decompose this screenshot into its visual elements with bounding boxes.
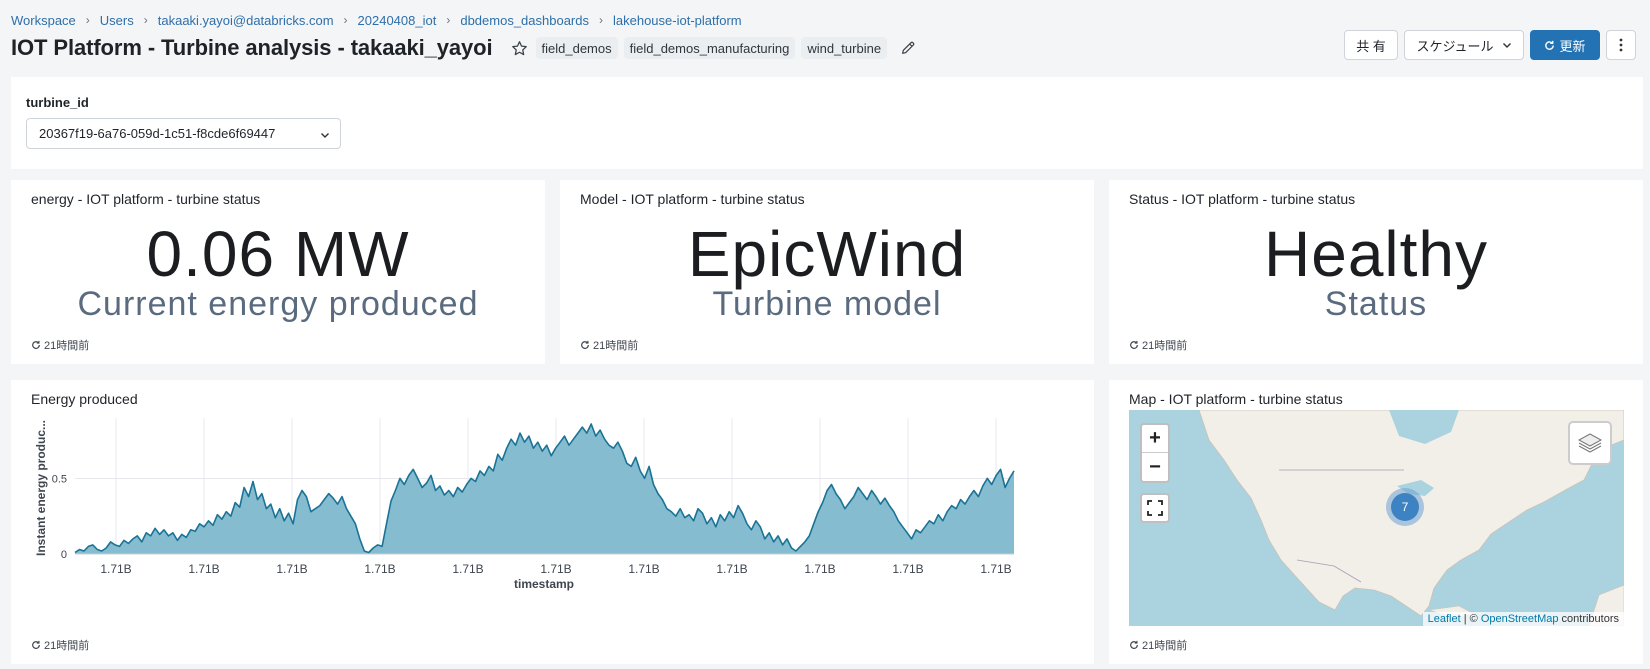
counter-value: Healthy [1264, 218, 1488, 290]
breadcrumb-dashboards-folder[interactable]: dbdemos_dashboards [460, 13, 589, 28]
layers-icon [1577, 433, 1603, 453]
refresh-time: 21時間前 [44, 340, 90, 352]
breadcrumb-workspace[interactable]: Workspace [11, 13, 76, 28]
refresh-button[interactable]: 更新 [1530, 30, 1600, 60]
model-counter-card: Model - IOT platform - turbine status Ep… [560, 180, 1094, 364]
share-button[interactable]: 共 有 [1344, 30, 1398, 60]
card-title: energy - IOT platform - turbine status [31, 191, 261, 207]
pencil-icon[interactable] [899, 39, 917, 57]
schedule-label: スケジュール [1416, 38, 1494, 54]
status-counter-card: Status - IOT platform - turbine status H… [1109, 180, 1643, 364]
tag[interactable]: field_demos [535, 37, 618, 59]
x-tick-label: 1.71B [892, 562, 923, 576]
breadcrumb-user-folder[interactable]: takaaki.yayoi@databricks.com [158, 13, 334, 28]
card-title: Map - IOT platform - turbine status [1129, 391, 1343, 407]
select-value: 20367f19-6a76-059d-1c51-f8cde6f69447 [39, 126, 276, 141]
attribution-suffix: contributors [1558, 613, 1619, 625]
x-tick-label: 1.71B [628, 562, 659, 576]
tag[interactable]: field_demos_manufacturing [623, 37, 796, 59]
card-title: Model - IOT platform - turbine status [580, 191, 805, 207]
chevron-right-icon: › [343, 13, 348, 27]
x-tick-label: 1.71B [100, 562, 131, 576]
fullscreen-button[interactable] [1140, 493, 1170, 523]
x-tick-label: 1.71B [980, 562, 1011, 576]
filter-card: turbine_id 20367f19-6a76-059d-1c51-f8cde… [11, 77, 1643, 169]
attribution-separator: | © [1460, 613, 1481, 625]
refresh-icon [1544, 40, 1555, 51]
map-attribution: Leaflet | © OpenStreetMap contributors [1422, 612, 1624, 626]
counter-caption: Current energy produced [77, 285, 479, 323]
breadcrumb: Workspace › Users › takaaki.yayoi@databr… [11, 12, 742, 28]
refresh-icon [31, 340, 41, 350]
cluster-count: 7 [1391, 493, 1419, 521]
refresh-time: 21時間前 [44, 640, 90, 652]
schedule-button[interactable]: スケジュール [1404, 30, 1524, 60]
x-tick-label: 1.71B [364, 562, 395, 576]
breadcrumb-users[interactable]: Users [100, 13, 134, 28]
osm-link[interactable]: OpenStreetMap [1481, 613, 1559, 625]
chevron-right-icon: › [446, 13, 451, 27]
leaflet-link[interactable]: Leaflet [1428, 613, 1461, 625]
energy-area-chart[interactable]: 1.71B 1.71B 1.71B 1.71B 1.71B 1.71B 1.71B 1.71B… [11, 380, 1094, 664]
counter-caption: Turbine model [712, 285, 942, 323]
layers-button[interactable] [1568, 421, 1612, 465]
zoom-control: + − [1140, 423, 1170, 483]
x-axis-title: timestamp [514, 577, 574, 591]
refresh-icon [1129, 340, 1139, 350]
kebab-icon [1619, 38, 1623, 52]
counter-caption: Status [1324, 285, 1428, 323]
refresh-icon [31, 640, 41, 650]
energy-chart-card: Energy produced 1.71B 1.71B 1.71B 1.71B 1.71… [11, 380, 1094, 664]
refresh-icon [580, 340, 590, 350]
y-axis-title: Instant energy produc... [34, 420, 48, 556]
filter-label: turbine_id [26, 95, 89, 110]
marker-cluster[interactable]: 7 [1386, 488, 1424, 526]
refresh-timestamp: 21時間前 [31, 637, 89, 653]
x-tick-label: 1.71B [452, 562, 483, 576]
counter-value: 0.06 MW [146, 218, 410, 290]
chevron-right-icon: › [599, 13, 603, 27]
energy-counter-card: energy - IOT platform - turbine status 0… [11, 180, 545, 364]
counter-value: EpicWind [687, 218, 967, 290]
page-title: IOT Platform - Turbine analysis - takaak… [11, 35, 493, 60]
tag[interactable]: wind_turbine [801, 37, 888, 59]
map-card: Map - IOT platform - turbine status + − … [1109, 380, 1643, 664]
chevron-right-icon: › [85, 13, 90, 27]
chevron-down-icon [1502, 38, 1512, 53]
y-tick-label: 0 [61, 549, 67, 561]
refresh-icon [1129, 640, 1139, 650]
x-tick-label: 1.71B [276, 562, 307, 576]
turbine-map[interactable]: + − 7 Leaflet | © OpenStreetMap contribu… [1129, 410, 1624, 626]
turbine-id-select[interactable]: 20367f19-6a76-059d-1c51-f8cde6f69447 [26, 118, 341, 149]
chevron-down-icon [320, 128, 330, 143]
refresh-timestamp: 21時間前 [31, 337, 89, 353]
breadcrumb-dashboard[interactable]: lakehouse-iot-platform [613, 13, 742, 28]
refresh-time: 21時間前 [593, 340, 639, 352]
refresh-timestamp: 21時間前 [1129, 337, 1187, 353]
refresh-time: 21時間前 [1142, 340, 1188, 352]
series-area [75, 424, 1014, 554]
more-options-button[interactable] [1606, 30, 1636, 60]
zoom-in-button[interactable]: + [1142, 425, 1168, 453]
fullscreen-icon [1147, 500, 1163, 516]
x-tick-label: 1.71B [540, 562, 571, 576]
breadcrumb-project-folder[interactable]: 20240408_iot [358, 13, 437, 28]
refresh-label: 更新 [1559, 38, 1586, 54]
x-tick-label: 1.71B [804, 562, 835, 576]
refresh-timestamp: 21時間前 [580, 337, 638, 353]
refresh-time: 21時間前 [1142, 640, 1188, 652]
map-basemap [1198, 410, 1624, 626]
chevron-right-icon: › [143, 13, 148, 27]
card-title: Status - IOT platform - turbine status [1129, 191, 1356, 207]
x-tick-label: 1.71B [716, 562, 747, 576]
title-row: IOT Platform - Turbine analysis - takaak… [11, 33, 917, 63]
zoom-out-button[interactable]: − [1142, 453, 1168, 481]
y-tick-label: 0.5 [52, 473, 67, 485]
star-icon[interactable] [511, 39, 529, 57]
x-tick-label: 1.71B [188, 562, 219, 576]
tag-list: field_demos field_demos_manufacturing wi… [535, 37, 894, 59]
header-actions: 共 有 スケジュール 更新 [1344, 30, 1636, 60]
refresh-timestamp: 21時間前 [1129, 637, 1187, 653]
